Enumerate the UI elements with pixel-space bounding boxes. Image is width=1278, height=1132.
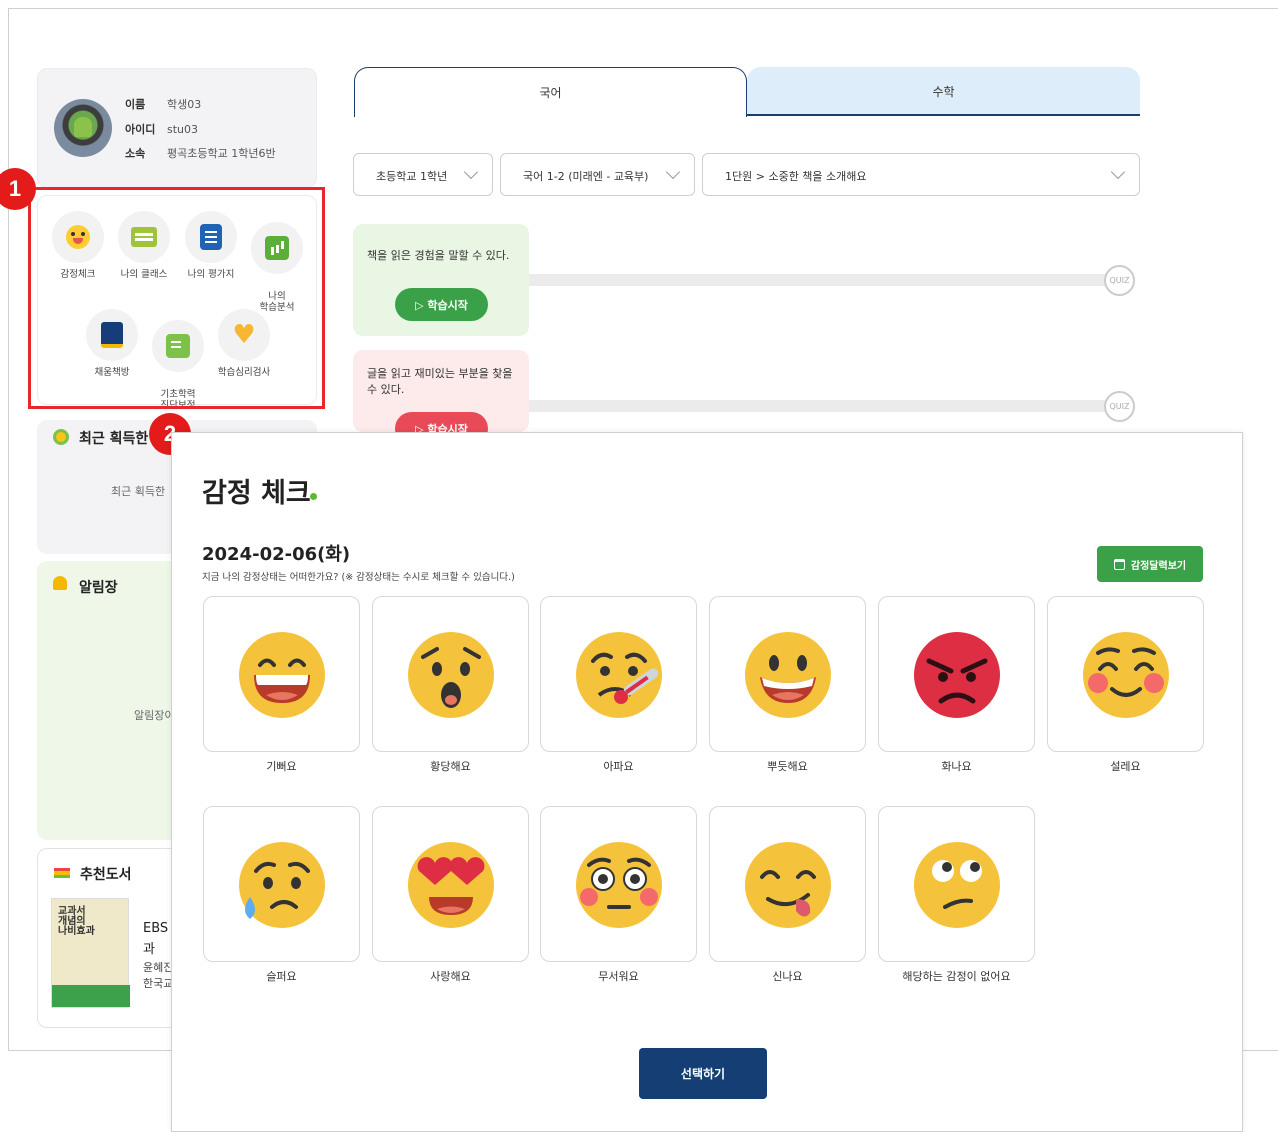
emotion-label: 무서워요 [598, 970, 639, 983]
book-cover-band [52, 985, 130, 1007]
book-cover-title: 교과서 개념의 나비효과 [58, 906, 95, 937]
chevron-down-icon [1110, 164, 1126, 180]
highlight-box [28, 187, 325, 409]
emotion-card-love[interactable] [372, 806, 529, 962]
select-button[interactable]: 선택하기 [639, 1048, 767, 1099]
start-learning-button[interactable]: ▷ 학습시작 [395, 288, 488, 321]
astonished-face-icon [408, 632, 494, 718]
emotion-card-fun[interactable] [709, 806, 866, 962]
book-title-line2: 과 [143, 942, 155, 957]
tab-math[interactable]: 수학 [747, 67, 1140, 115]
emotion-card-excited[interactable] [1047, 596, 1204, 752]
books-title: 추천도서 [80, 867, 132, 883]
emotion-card-none[interactable] [878, 806, 1035, 962]
recent-empty-text: 최근 획득한 [111, 485, 166, 498]
emotion-label: 설레요 [1110, 760, 1141, 773]
modal-date: 2024-02-06(화) [202, 544, 351, 565]
emotion-card-joy[interactable] [203, 596, 360, 752]
heart-eyes-face-icon [408, 842, 494, 928]
emotion-label: 사랑해요 [430, 970, 471, 983]
emotion-card-surprised[interactable] [372, 596, 529, 752]
emotion-card-scared[interactable] [540, 806, 697, 962]
book-publisher: 한국교 [143, 977, 174, 990]
profile-card: 이름 학생03 아이디 stu03 소속 평곡초등학교 1학년6반 [37, 68, 317, 188]
name-label: 이름 [125, 98, 146, 111]
lesson-card: 글을 읽고 재미있는 부분을 찾을 수 있다. ▷ 학습시작 [353, 350, 529, 432]
recent-title: 최근 획득한 [79, 431, 149, 447]
name-value: 학생03 [167, 98, 202, 111]
confused-face-icon [914, 842, 1000, 928]
emotion-label: 기뻐요 [266, 760, 297, 773]
emotion-card-sad[interactable] [203, 806, 360, 962]
grade-select-value: 초등학교 1학년 [376, 170, 448, 183]
medal-icon [53, 429, 69, 445]
emotion-label: 신나요 [772, 970, 803, 983]
books-icon [54, 868, 70, 878]
emotion-calendar-label: 감정달력보기 [1130, 560, 1187, 572]
org-value: 평곡초등학교 1학년6반 [167, 147, 276, 160]
emotion-label: 아파요 [603, 760, 634, 773]
emotion-card-angry[interactable] [878, 596, 1035, 752]
profile-org-row: 소속 평곡초등학교 1학년6반 [125, 145, 276, 161]
textbook-select[interactable]: 국어 1-2 (미래엔 - 교육부) [500, 153, 695, 196]
id-value: stu03 [167, 123, 199, 136]
lesson-objective: 글을 읽고 재미있는 부분을 찾을 수 있다. [367, 367, 513, 396]
emotion-label: 해당하는 감정이 없어요 [902, 970, 1011, 983]
modal-title: 감정 체크 [202, 478, 311, 509]
textbook-select-value: 국어 1-2 (미래엔 - 교육부) [523, 170, 649, 183]
start-learning-button[interactable]: ▷ 학습시작 [395, 412, 488, 432]
calendar-icon [1113, 558, 1125, 570]
smiling-face-icon [745, 632, 831, 718]
modal-hint: 지금 나의 감정상태는 어떠한가요? (※ 감정상태는 수시로 체크할 수 있습… [202, 572, 515, 583]
chevron-down-icon [665, 164, 681, 180]
unit-select-value: 1단원 > 소중한 책을 소개해요 [725, 170, 867, 183]
bell-icon [53, 576, 67, 590]
tab-math-label: 수학 [932, 85, 955, 99]
emotion-label: 뿌듯해요 [767, 760, 808, 773]
emotion-calendar-button[interactable]: 감정달력보기 [1097, 546, 1203, 582]
notice-empty-text: 알림장이 [134, 709, 175, 722]
org-label: 소속 [125, 147, 146, 160]
quiz-badge[interactable]: QUIZ [1104, 265, 1135, 296]
emotion-check-modal: 감정 체크 2024-02-06(화) 지금 나의 감정상태는 어떠한가요? (… [171, 432, 1243, 1132]
progress-track [529, 400, 1119, 412]
emotion-card-proud[interactable] [709, 596, 866, 752]
emotion-label: 화나요 [941, 760, 972, 773]
quiz-badge[interactable]: QUIZ [1104, 391, 1135, 422]
grinning-face-icon [239, 632, 325, 718]
id-label: 아이디 [125, 123, 156, 136]
lesson-card: 책을 읽은 경험을 말할 수 있다. ▷ 학습시작 [353, 224, 529, 336]
profile-id-row: 아이디 stu03 [125, 121, 198, 137]
thermometer-face-icon [576, 632, 662, 718]
notice-title: 알림장 [79, 580, 118, 596]
sad-sweat-face-icon [239, 842, 325, 928]
tab-korean-label: 국어 [539, 86, 562, 100]
emotion-label: 황당해요 [430, 760, 471, 773]
emotion-label: 슬퍼요 [266, 970, 297, 983]
profile-name-row: 이름 학생03 [125, 96, 201, 112]
yum-face-icon [745, 842, 831, 928]
unit-select[interactable]: 1단원 > 소중한 책을 소개해요 [702, 153, 1140, 196]
emotion-card-sick[interactable] [540, 596, 697, 752]
angry-face-icon [914, 632, 1000, 718]
blushing-face-icon [1083, 632, 1169, 718]
book-title-line1[interactable]: EBS [143, 921, 168, 936]
book-cover[interactable]: 교과서 개념의 나비효과 [51, 898, 130, 1008]
chevron-down-icon [463, 164, 479, 180]
tab-underline [747, 114, 1140, 116]
lesson-objective: 책을 읽은 경험을 말할 수 있다. [367, 249, 510, 262]
title-dot [310, 493, 317, 500]
tab-korean[interactable]: 국어 [354, 67, 747, 117]
grade-select[interactable]: 초등학교 1학년 [353, 153, 493, 196]
book-author: 윤혜진 [143, 961, 174, 974]
avatar [54, 99, 112, 157]
flushed-face-icon [576, 842, 662, 928]
progress-track [529, 274, 1119, 286]
